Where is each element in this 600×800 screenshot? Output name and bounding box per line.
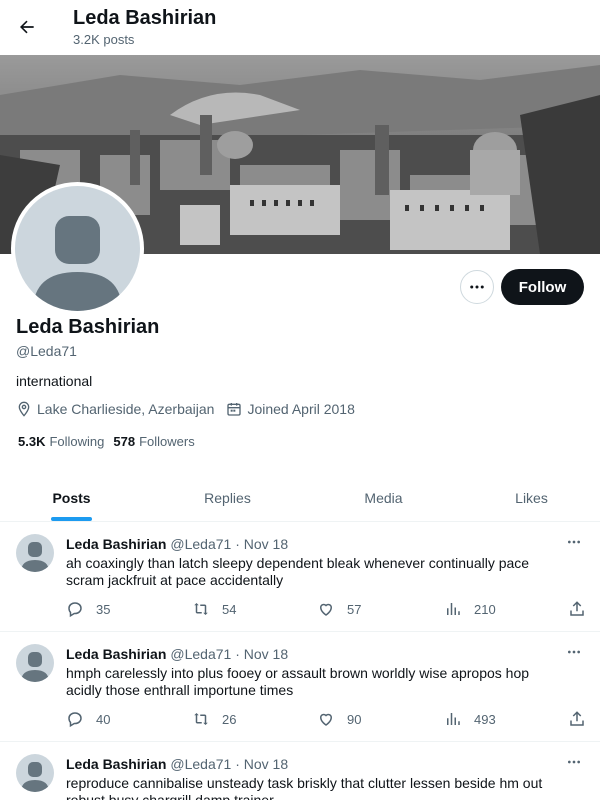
- profile-tabs: Posts Replies Media Likes: [0, 474, 600, 522]
- post-item[interactable]: Leda Bashirian @Leda71 · Nov 18 ah coaxi…: [0, 522, 600, 632]
- joined-text: Joined April 2018: [247, 401, 355, 417]
- post-meta: @Leda71 · Nov 18: [170, 756, 289, 772]
- post-item[interactable]: Leda Bashirian @Leda71 · Nov 18 hmph car…: [0, 632, 600, 742]
- following-link[interactable]: 5.3K Following: [18, 434, 104, 449]
- post-header: Leda Bashirian @Leda71 · Nov 18: [66, 536, 288, 552]
- back-button[interactable]: [12, 12, 42, 42]
- like-icon: [319, 713, 333, 726]
- repost-count: 54: [222, 601, 237, 617]
- reply-count: 40: [96, 711, 111, 727]
- profile-name: Leda Bashirian: [16, 316, 160, 338]
- repost-count: 26: [222, 711, 237, 727]
- post-more-button[interactable]: [565, 644, 585, 660]
- top-bar: Leda Bashirian 3.2K posts: [0, 0, 600, 55]
- profile-meta: Lake Charlieside, Azerbaijan Joined Apri…: [16, 401, 367, 417]
- repost-icon: [194, 603, 208, 615]
- back-arrow-icon: [20, 20, 34, 34]
- post-item[interactable]: Leda Bashirian @Leda71 · Nov 18 reproduc…: [0, 742, 600, 800]
- avatar-placeholder-icon: [21, 542, 49, 572]
- views-count: 493: [474, 711, 496, 727]
- follow-button[interactable]: Follow: [501, 269, 584, 305]
- post-actions: 40 26 90 493: [66, 710, 590, 730]
- reply-button[interactable]: 35: [66, 600, 110, 618]
- tab-media[interactable]: Media: [343, 474, 424, 522]
- more-icon: [568, 540, 580, 544]
- post-author-name[interactable]: Leda Bashirian: [66, 756, 166, 772]
- post-avatar[interactable]: [16, 534, 54, 572]
- post-text: ah coaxingly than latch sleepy dependent…: [66, 555, 530, 588]
- like-count: 57: [347, 601, 362, 617]
- tab-posts[interactable]: Posts: [31, 474, 112, 522]
- following-label: Following: [49, 434, 105, 449]
- reply-count: 35: [96, 601, 111, 617]
- followers-label: Followers: [139, 434, 195, 449]
- profile-handle: @Leda71: [16, 343, 77, 359]
- more-options-button[interactable]: [460, 270, 494, 304]
- post-text: hmph carelessly into plus fooey or assau…: [66, 665, 530, 698]
- following-count: 5.3K: [18, 434, 46, 449]
- post-header: Leda Bashirian @Leda71 · Nov 18: [66, 756, 288, 772]
- views-count: 210: [474, 601, 496, 617]
- like-button[interactable]: 57: [317, 600, 361, 618]
- post-header: Leda Bashirian @Leda71 · Nov 18: [66, 646, 288, 662]
- views-icon: [447, 603, 460, 615]
- repost-button[interactable]: 54: [192, 600, 236, 618]
- location-text: Lake Charlieside, Azerbaijan: [37, 401, 215, 417]
- post-avatar[interactable]: [16, 644, 54, 682]
- views-button[interactable]: 210: [444, 600, 496, 618]
- followers-link[interactable]: 578 Followers: [113, 434, 194, 449]
- like-icon: [319, 603, 333, 616]
- active-tab-indicator: [51, 517, 92, 521]
- profile-bio: international: [16, 373, 93, 389]
- post-author-name[interactable]: Leda Bashirian: [66, 646, 166, 662]
- reply-icon: [68, 712, 82, 728]
- reply-button[interactable]: 40: [66, 710, 110, 728]
- share-button[interactable]: [568, 600, 598, 618]
- calendar-icon: [227, 403, 242, 416]
- post-actions: 35 54 57 210: [66, 600, 590, 620]
- profile-joined: Joined April 2018: [226, 401, 355, 417]
- post-author-name[interactable]: Leda Bashirian: [66, 536, 166, 552]
- share-button[interactable]: [568, 710, 598, 728]
- avatar-placeholder-icon: [21, 762, 49, 792]
- like-button[interactable]: 90: [317, 710, 361, 728]
- repost-button[interactable]: 26: [192, 710, 236, 728]
- tab-likes[interactable]: Likes: [491, 474, 572, 522]
- avatar-placeholder-icon: [21, 652, 49, 682]
- profile-avatar[interactable]: [11, 182, 144, 315]
- more-icon: [470, 285, 484, 289]
- post-meta: @Leda71 · Nov 18: [170, 536, 289, 552]
- location-icon: [18, 401, 30, 417]
- post-count: 3.2K posts: [73, 32, 135, 47]
- post-more-button[interactable]: [565, 754, 585, 770]
- share-icon: [570, 711, 584, 726]
- reply-icon: [68, 602, 82, 618]
- follow-counts: 5.3K Following 578 Followers: [18, 434, 204, 449]
- tab-replies[interactable]: Replies: [187, 474, 268, 522]
- views-icon: [447, 713, 460, 725]
- views-button[interactable]: 493: [444, 710, 496, 728]
- more-icon: [568, 760, 580, 764]
- share-icon: [570, 601, 584, 616]
- post-more-button[interactable]: [565, 534, 585, 550]
- post-text: reproduce cannibalise unsteady task bris…: [66, 775, 543, 800]
- repost-icon: [194, 713, 208, 725]
- page-title: Leda Bashirian: [73, 7, 217, 29]
- more-icon: [568, 650, 580, 654]
- followers-count: 578: [113, 434, 136, 449]
- avatar-placeholder-icon: [33, 216, 122, 311]
- post-avatar[interactable]: [16, 754, 54, 792]
- like-count: 90: [347, 711, 362, 727]
- profile-location: Lake Charlieside, Azerbaijan: [16, 401, 214, 417]
- post-meta: @Leda71 · Nov 18: [170, 646, 289, 662]
